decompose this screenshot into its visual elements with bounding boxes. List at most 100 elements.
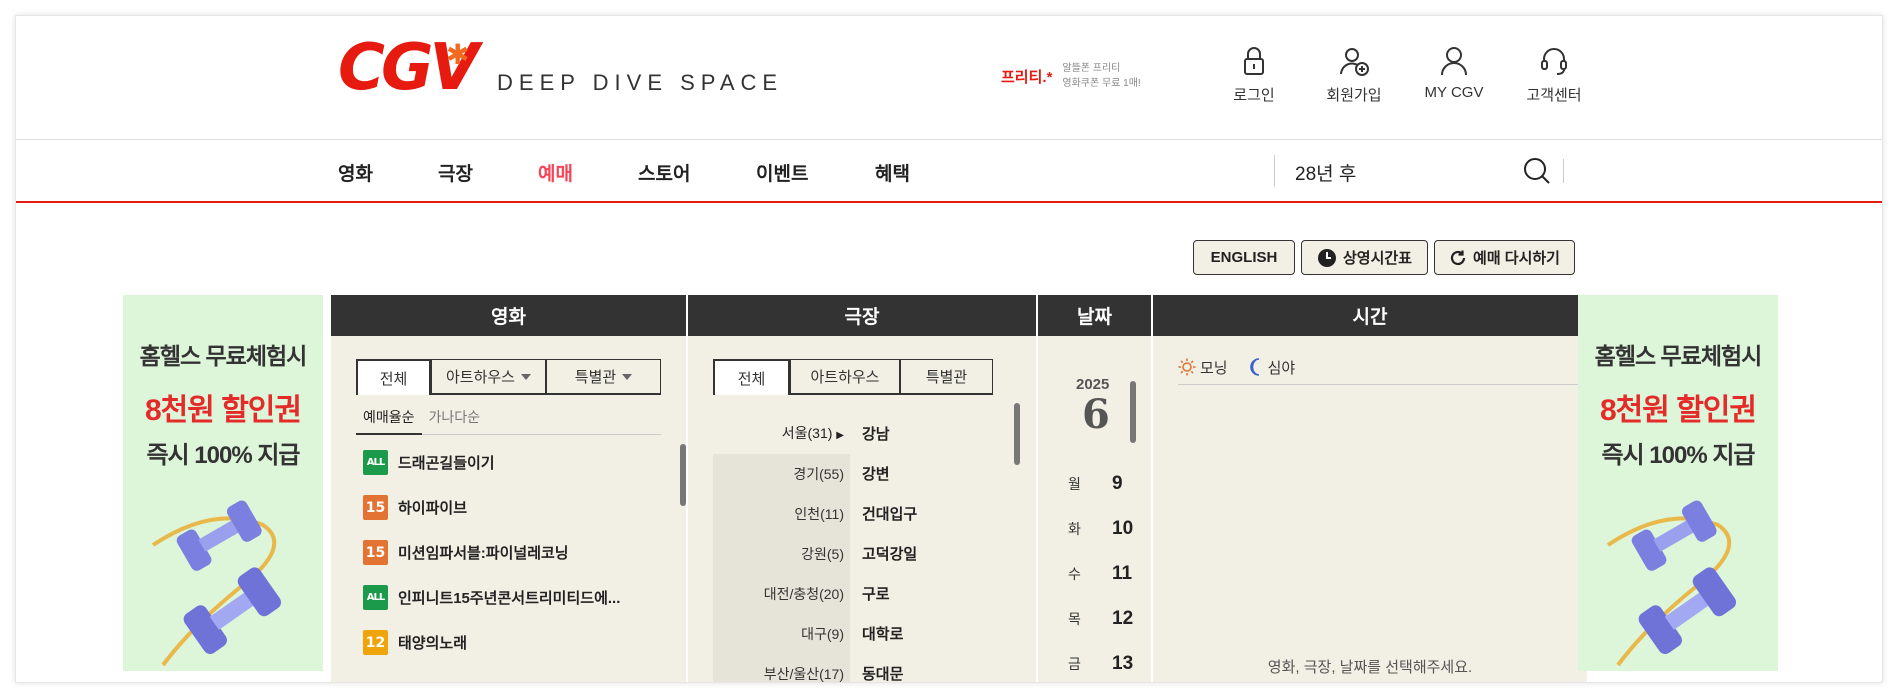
region-item[interactable]: 경기(55)	[713, 454, 850, 494]
cgv-logo[interactable]: CGV ✱ DEEP DIVE SPACE	[338, 36, 783, 100]
rating-badge: ALL	[363, 450, 388, 475]
date-item[interactable]: 수 11	[1068, 563, 1148, 585]
reset-button[interactable]: 예매 다시하기	[1434, 240, 1575, 275]
english-button[interactable]: ENGLISH	[1193, 240, 1295, 275]
nav-store[interactable]: 스토어	[638, 159, 690, 186]
region-label: 서울(31)	[781, 425, 833, 441]
movie-item[interactable]: 15 미션임파서블:파이널레코닝	[363, 540, 569, 565]
movie-item[interactable]: ALL 드래곤길들이기	[363, 450, 495, 475]
search-box: 28년 후	[1274, 155, 1574, 187]
customer-center-link[interactable]: 고객센터	[1509, 44, 1599, 105]
theater-item[interactable]: 강남	[862, 423, 890, 444]
region-item[interactable]: 대구(9)	[713, 614, 850, 654]
left-ad-banner[interactable]: 홈헬스 무료체험시 8천원 할인권 즉시 100% 지급	[123, 295, 323, 671]
date-list-scrollbar[interactable]	[1130, 381, 1136, 443]
ad-line2: 8천원 할인권	[144, 394, 302, 427]
nav-movie[interactable]: 영화	[338, 159, 373, 186]
site-header: CGV ✱ DEEP DIVE SPACE 프리티.* 알뜰폰 프리티 영화쿠폰…	[16, 16, 1882, 140]
date-panel-title: 날짜	[1038, 295, 1151, 336]
ad-line3: 즉시 100% 지급	[146, 442, 300, 469]
schedule-button[interactable]: 상영시간표	[1301, 240, 1428, 275]
movie-list-scrollbar[interactable]	[680, 444, 686, 506]
login-label: 로그인	[1233, 87, 1275, 104]
tab-arthouse[interactable]: 아트하우스	[431, 359, 546, 393]
search-input[interactable]: 28년 후	[1295, 159, 1356, 186]
tab-label: 전체	[737, 370, 766, 388]
movie-panel-title: 영화	[331, 295, 686, 336]
tab-arthouse[interactable]: 아트하우스	[790, 359, 900, 393]
promo-brand: 프리티.*	[1001, 68, 1053, 86]
day-number: 11	[1112, 563, 1133, 584]
theater-item[interactable]: 동대문	[862, 663, 903, 682]
region-label: 대전/충청(20)	[763, 586, 844, 602]
promo-line: 영화쿠폰 무료 1매!	[1062, 78, 1141, 89]
theater-tabs: 전체 아트하우스 특별관	[713, 359, 993, 395]
search-icon[interactable]	[1523, 157, 1551, 185]
tab-all[interactable]: 전체	[356, 359, 431, 395]
sort-booking-rate[interactable]: 예매율순	[356, 407, 422, 435]
theater-panel: 극장 전체 아트하우스 특별관 서울(31) ▶ 경기(55) 인천(11) 강…	[688, 295, 1036, 682]
theater-item[interactable]: 대학로	[862, 623, 903, 644]
nav-theater[interactable]: 극장	[438, 159, 473, 186]
day-of-week: 목	[1068, 611, 1081, 627]
date-item[interactable]: 금 13	[1068, 653, 1148, 675]
day-number: 10	[1112, 518, 1134, 539]
chevron-right-icon: ▶	[836, 430, 844, 441]
tab-special[interactable]: 특별관	[900, 359, 993, 393]
login-link[interactable]: 로그인	[1209, 44, 1299, 105]
theater-item[interactable]: 건대입구	[862, 503, 917, 524]
promo-banner[interactable]: 프리티.* 알뜰폰 프리티 영화쿠폰 무료 1매!	[1001, 61, 1141, 91]
movie-item[interactable]: ALL 인피니트15주년콘서트리미티드에...	[363, 585, 620, 610]
right-ad-banner[interactable]: 홈헬스 무료체험시 8천원 할인권 즉시 100% 지급	[1578, 295, 1778, 671]
theater-item[interactable]: 구로	[862, 583, 890, 604]
tab-label: 아트하우스	[810, 369, 880, 386]
theater-item[interactable]: 고덕강일	[862, 543, 917, 564]
movie-item[interactable]: 15 하이파이브	[363, 495, 467, 520]
rating-badge: 15	[363, 540, 388, 565]
theater-item[interactable]: 강변	[862, 463, 890, 484]
ad-line2: 8천원 할인권	[1599, 394, 1757, 427]
region-item[interactable]: 서울(31) ▶	[713, 413, 850, 453]
movie-item[interactable]: 12 태양의노래	[363, 630, 467, 655]
user-icon	[1441, 47, 1467, 76]
dumbbell-icon	[151, 500, 282, 667]
night-filter[interactable]: 심야	[1248, 355, 1295, 379]
date-item[interactable]: 화 10	[1068, 518, 1148, 540]
day-number: 9	[1112, 473, 1123, 494]
movie-title: 미션임파서블:파이널레코닝	[398, 545, 569, 562]
time-filter-row: 모닝 심야	[1178, 355, 1588, 385]
morning-filter[interactable]: 모닝	[1178, 355, 1228, 379]
chevron-down-icon	[622, 373, 633, 380]
rating-badge: ALL	[363, 585, 388, 610]
nav-event[interactable]: 이벤트	[756, 159, 808, 186]
sort-alphabetical[interactable]: 가나다순	[422, 407, 488, 435]
logo-star-icon: ✱	[446, 39, 470, 70]
date-item[interactable]: 목 12	[1068, 608, 1148, 630]
region-item[interactable]: 강원(5)	[713, 534, 850, 574]
region-item[interactable]: 대전/충청(20)	[713, 574, 850, 614]
tab-label: 특별관	[574, 369, 617, 386]
ad-line3: 즉시 100% 지급	[1601, 442, 1755, 469]
tab-all[interactable]: 전체	[713, 359, 790, 395]
headset-icon	[1541, 48, 1567, 75]
schedule-label: 상영시간표	[1342, 250, 1412, 267]
movie-title: 하이파이브	[398, 500, 468, 517]
day-number: 13	[1112, 653, 1134, 674]
region-item[interactable]: 부산/울산(17)	[713, 654, 850, 682]
month-label: 6	[1082, 391, 1110, 438]
signup-link[interactable]: 회원가입	[1309, 44, 1399, 105]
logo-subtitle: DEEP DIVE SPACE	[497, 70, 784, 95]
nav-benefit[interactable]: 혜택	[875, 159, 910, 186]
day-of-week: 금	[1068, 656, 1081, 672]
signup-label: 회원가입	[1326, 87, 1382, 104]
date-item[interactable]: 월9	[1068, 473, 1148, 495]
sun-icon	[1178, 358, 1196, 376]
sort-row: 예매율순 가나다순	[356, 407, 661, 435]
mycgv-link[interactable]: MY CGV	[1409, 44, 1499, 101]
user-add-icon	[1340, 48, 1369, 76]
nav-ticketing[interactable]: 예매	[538, 159, 573, 186]
region-item[interactable]: 인천(11)	[713, 494, 850, 534]
promo-line: 알뜰폰 프리티	[1062, 63, 1121, 74]
theater-list-scrollbar[interactable]	[1014, 403, 1020, 465]
tab-special[interactable]: 특별관	[546, 359, 661, 393]
